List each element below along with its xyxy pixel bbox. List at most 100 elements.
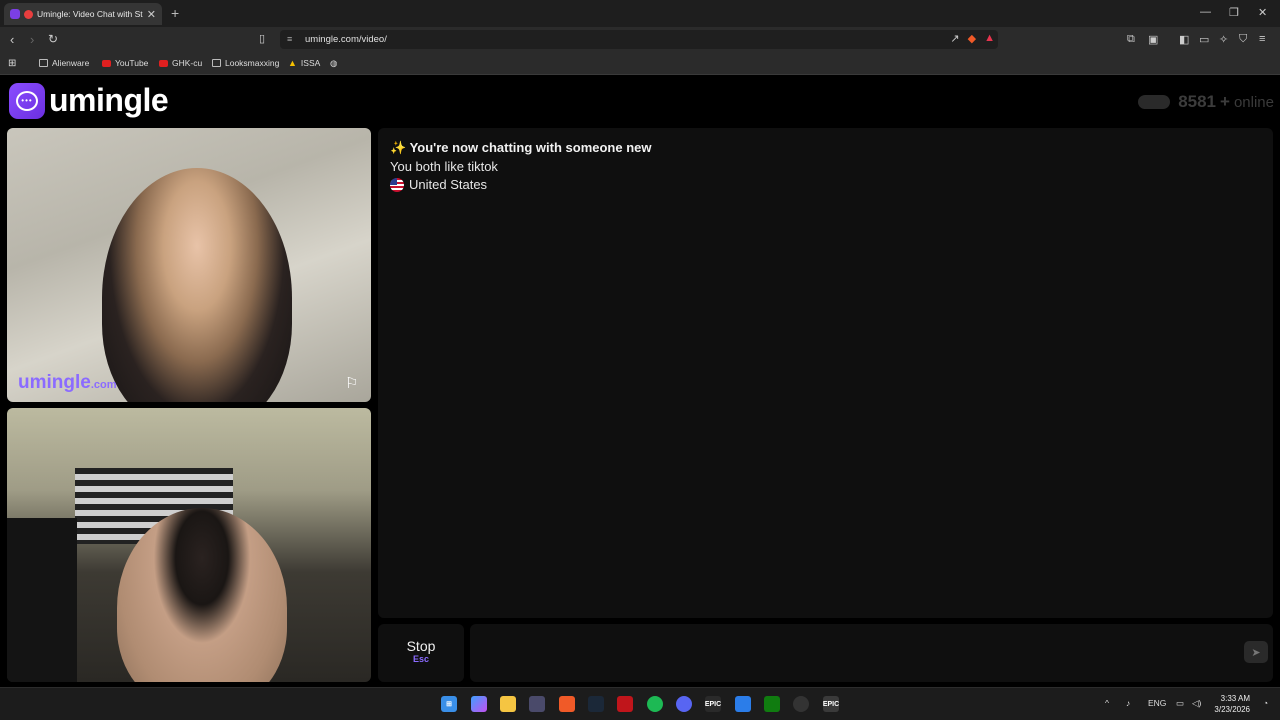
url-field[interactable]: ≡ umingle.com/video/ <box>280 30 998 49</box>
bookmark-label: Alienware <box>52 58 90 68</box>
watermark-domain: .com <box>90 379 117 391</box>
share-icon[interactable]: ↗ <box>950 32 959 45</box>
bookmark-alienware[interactable]: Alienware <box>39 58 89 68</box>
online-count: 8581 <box>1178 92 1217 111</box>
epic-games-icon-2[interactable]: EPIC <box>823 696 839 712</box>
copilot-icon[interactable] <box>471 696 487 712</box>
chat-panel: ✨ You're now chatting with someone new Y… <box>378 128 1273 618</box>
leo-ai-icon[interactable]: ✧ <box>1219 33 1228 46</box>
bookmark-ghk-cu[interactable]: GHK-cu <box>159 58 202 68</box>
app-icon[interactable] <box>793 696 809 712</box>
stop-shortcut: Esc <box>412 654 429 664</box>
recording-indicator-icon <box>24 9 33 19</box>
discord-icon[interactable] <box>676 696 692 712</box>
bookmark-label: YouTube <box>115 58 149 68</box>
volume-icon[interactable]: ◁) <box>1192 698 1201 709</box>
online-plus: + <box>1220 92 1230 111</box>
folder-icon <box>39 59 48 67</box>
site-info-icon[interactable]: ≡ <box>287 30 292 49</box>
logo-bubble-dots: ••• <box>16 90 38 111</box>
bookmarks-bar: ⊞ Alienware YouTube GHK-cu Looksmaxxing … <box>0 52 1280 75</box>
xbox-icon[interactable] <box>764 696 780 712</box>
game-launcher-icon[interactable] <box>617 696 633 712</box>
stranger-video: umingle.com ⚐ <box>7 128 371 402</box>
mic-arm <box>7 518 77 682</box>
us-flag-icon <box>390 177 404 192</box>
logo-chat-bubble-icon: ••• <box>9 82 45 119</box>
bookmark-label: Looksmaxxing <box>225 58 280 68</box>
browser-tab-bar: Umingle: Video Chat with Strangers ✕ + —… <box>0 0 1280 27</box>
chat-status-message: ✨ You're now chatting with someone new <box>390 140 652 155</box>
close-window-icon[interactable]: ✕ <box>1258 6 1267 19</box>
tab-title: Umingle: Video Chat with Strangers <box>37 9 143 19</box>
globe-icon[interactable]: ◍ <box>330 58 337 69</box>
online-indicator-pill <box>1138 95 1171 109</box>
youtube-icon <box>159 59 168 67</box>
online-label: online <box>1233 94 1274 111</box>
site-logo[interactable]: ••• umingle <box>9 82 169 119</box>
issa-icon: ▲ <box>288 58 297 68</box>
stranger-figure <box>102 168 292 402</box>
url-action-icons: ↗ ◆ ▲ <box>950 32 995 45</box>
bookmark-label: GHK-cu <box>172 58 203 68</box>
spotify-icon[interactable] <box>647 696 663 712</box>
epic-games-icon[interactable]: EPIC <box>705 696 721 712</box>
bookmark-page-icon[interactable]: ▯ <box>259 32 265 45</box>
minimize-icon[interactable]: — <box>1200 6 1211 18</box>
online-counter: 8581 + online <box>1138 92 1274 112</box>
tray-overflow-icon[interactable]: ^ <box>1105 698 1109 708</box>
watermark-main: umingle <box>18 372 91 393</box>
reload-icon[interactable]: ↻ <box>48 32 58 46</box>
notification-icon[interactable]: ◔ <box>1263 698 1268 708</box>
country-message: United States <box>390 177 1261 192</box>
common-interest-message: You both like tiktok <box>390 159 498 174</box>
address-toolbar: ‹ › ↻ ▯ ≡ umingle.com/video/ ↗ ◆ ▲ ⧉ ▣ ◧… <box>0 27 1280 52</box>
youtube-icon <box>102 59 111 67</box>
restore-icon[interactable]: ❐ <box>1229 6 1239 19</box>
vpn-icon[interactable]: ⛉ <box>1239 33 1247 46</box>
file-explorer-icon[interactable] <box>500 696 516 712</box>
message-input[interactable] <box>470 624 1273 682</box>
microphone-icon[interactable]: ♪ <box>1126 698 1130 708</box>
report-flag-icon[interactable]: ⚐ <box>345 376 363 392</box>
menu-icon[interactable]: ≡ <box>1259 33 1265 45</box>
bookmark-youtube[interactable]: YouTube <box>102 58 148 68</box>
brave-icon[interactable] <box>559 696 575 712</box>
start-icon[interactable]: ⊞ <box>441 696 457 712</box>
country-name: United States <box>409 177 488 192</box>
logo-text: umingle <box>49 82 169 118</box>
clock-date: 3/23/2026 <box>1214 705 1250 714</box>
back-icon[interactable]: ‹ <box>10 32 14 47</box>
brave-rewards-icon[interactable]: ▲ <box>984 32 995 45</box>
folder-icon <box>212 59 221 67</box>
self-video <box>7 408 371 682</box>
tab-search-icon[interactable]: ▣ <box>1148 33 1158 46</box>
teamviewer-icon[interactable] <box>735 696 751 712</box>
bookmark-issa[interactable]: ▲ ISSA <box>288 58 320 68</box>
send-button[interactable]: ➤ <box>1244 641 1268 663</box>
bookmark-looksmaxxing[interactable]: Looksmaxxing <box>212 58 279 68</box>
stop-label: Stop <box>406 638 436 654</box>
windows-taskbar: ⊞ EPIC EPIC ^ ♪ ENG ▭ ◁) 3:33 AM 3/23/20… <box>0 687 1280 720</box>
url-text: umingle.com/video/ <box>305 34 387 45</box>
brave-shields-icon[interactable]: ◆ <box>968 32 976 45</box>
sidebar-icon[interactable]: ◧ <box>1179 33 1189 46</box>
steam-icon[interactable] <box>588 696 604 712</box>
browser-tab-umingle[interactable]: Umingle: Video Chat with Strangers ✕ <box>4 3 162 25</box>
send-icon: ➤ <box>1251 646 1261 659</box>
stop-button[interactable]: Stop Esc <box>378 624 464 682</box>
close-tab-icon[interactable]: ✕ <box>147 8 156 21</box>
wallet-icon[interactable]: ▭ <box>1199 33 1209 46</box>
umingle-favicon-icon <box>10 9 20 19</box>
network-icon[interactable]: ▭ <box>1176 698 1184 709</box>
page-content: ••• umingle 8581 + online umingle.com ⚐ … <box>0 76 1280 707</box>
language-indicator[interactable]: ENG <box>1148 698 1166 708</box>
forward-icon[interactable]: › <box>30 32 34 47</box>
clock-time: 3:33 AM <box>1220 694 1250 703</box>
extensions-icon[interactable]: ⧉ <box>1127 33 1135 46</box>
bookmark-label: ISSA <box>300 58 321 68</box>
apps-grid-icon[interactable]: ⊞ <box>8 58 16 69</box>
new-tab-icon[interactable]: + <box>171 5 179 21</box>
system-clock[interactable]: 3:33 AM 3/23/2026 <box>1214 693 1250 715</box>
store-icon[interactable] <box>529 696 545 712</box>
